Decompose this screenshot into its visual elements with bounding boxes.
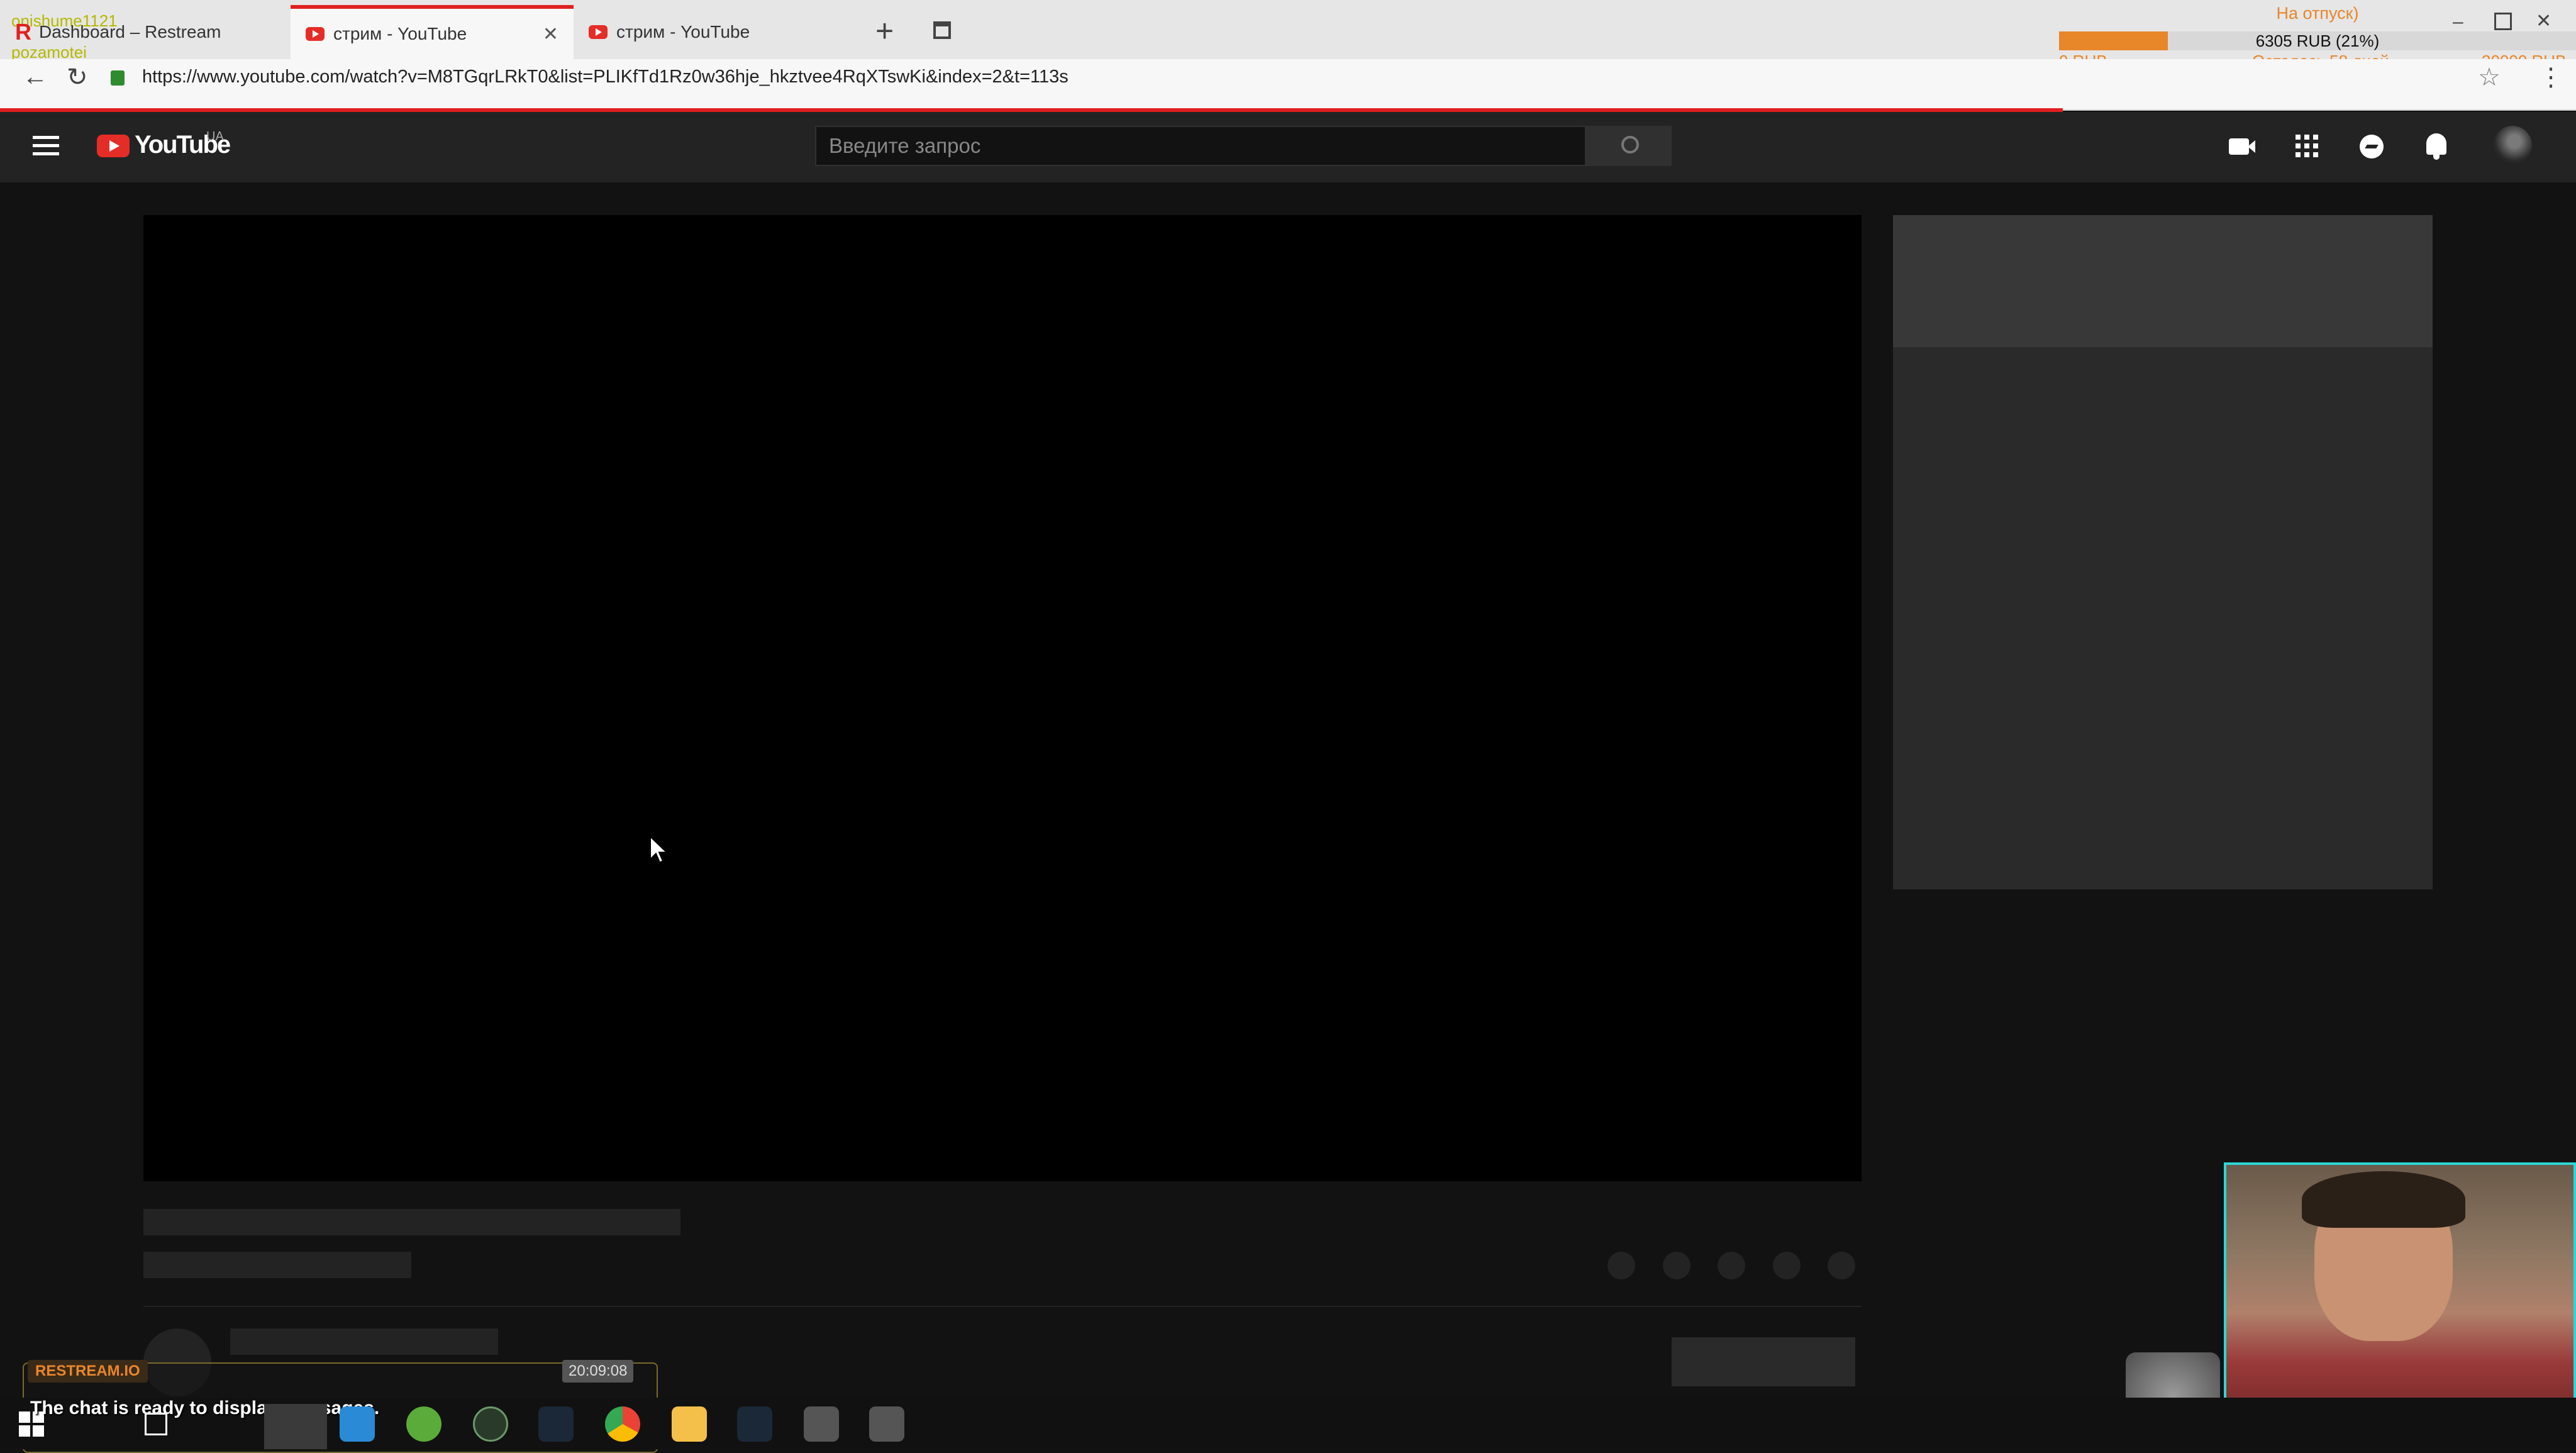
teamviewer-icon[interactable]: [340, 1406, 375, 1442]
donation-amount: 6305 RUB (21%): [2255, 31, 2380, 50]
restream-time: 20:09:08: [562, 1360, 634, 1383]
taskbar-active-item[interactable]: [264, 1404, 327, 1449]
youtube-logo-icon[interactable]: [97, 135, 130, 157]
video-camera-icon[interactable]: [2229, 138, 2255, 155]
action-buttons-placeholder: [1607, 1252, 1855, 1279]
channel-name-placeholder: [230, 1328, 498, 1355]
restream-icon: R: [15, 19, 31, 45]
search-button[interactable]: [1586, 126, 1672, 166]
task-view-icon[interactable]: [145, 1413, 167, 1435]
search-input[interactable]: Введите запрос: [815, 126, 1586, 166]
restore-icon[interactable]: [2494, 13, 2512, 30]
messages-icon[interactable]: [2360, 135, 2384, 159]
utorrent-icon[interactable]: [406, 1406, 441, 1442]
tab-label: Dashboard – Restream: [39, 22, 221, 42]
url-field[interactable]: https://www.youtube.com/watch?v=M8TGqrLR…: [142, 67, 1069, 87]
sidebar-placeholder-header: [1893, 215, 2433, 347]
app-icon[interactable]: [473, 1406, 508, 1442]
webcam-hair: [2302, 1171, 2465, 1228]
new-tab-icon[interactable]: +: [875, 13, 894, 49]
avatar[interactable]: [2493, 126, 2532, 165]
windows-taskbar: [0, 1398, 2576, 1449]
action-placeholder: [1718, 1252, 1745, 1279]
subscribe-placeholder: [1672, 1337, 1855, 1386]
youtube-favicon-icon: [306, 27, 325, 41]
views-placeholder: [143, 1252, 411, 1278]
steam-icon-2[interactable]: [737, 1406, 772, 1442]
title-placeholder: [143, 1209, 680, 1235]
video-player[interactable]: [143, 215, 1862, 1181]
tab-youtube[interactable]: стрим - YouTube: [574, 5, 857, 59]
tab-youtube-active[interactable]: стрим - YouTube ✕: [291, 5, 574, 59]
tab-label: стрим - YouTube: [333, 24, 467, 43]
mouse-cursor-icon: [650, 835, 668, 864]
youtube-favicon-icon: [589, 25, 608, 39]
reload-icon[interactable]: ↻: [67, 63, 88, 92]
menu-icon[interactable]: [33, 136, 59, 155]
tab-close-icon[interactable]: ✕: [543, 23, 558, 45]
browser-menu-icon[interactable]: ⋮: [2538, 63, 2563, 92]
steam-icon[interactable]: [538, 1406, 574, 1442]
minimize-icon[interactable]: –: [2453, 11, 2463, 33]
tab-overview-icon[interactable]: [933, 21, 951, 39]
divider: [143, 1306, 1862, 1307]
tab-restream-dashboard[interactable]: R Dashboard – Restream: [0, 5, 283, 59]
action-placeholder: [1828, 1252, 1855, 1279]
chrome-icon[interactable]: [605, 1406, 640, 1442]
search-icon: [1621, 136, 1639, 153]
back-icon[interactable]: ←: [23, 63, 48, 91]
action-placeholder: [1772, 1252, 1801, 1279]
arma-icon-2[interactable]: [869, 1406, 904, 1442]
bookmark-star-icon[interactable]: ☆: [2478, 63, 2501, 92]
file-explorer-icon[interactable]: [672, 1406, 707, 1442]
restream-badge: RESTREAM.IO: [28, 1360, 148, 1383]
action-placeholder: [1607, 1252, 1635, 1279]
region-label: UA: [206, 130, 224, 143]
apps-grid-icon[interactable]: [2296, 135, 2318, 157]
arma-icon[interactable]: [804, 1406, 839, 1442]
notifications-bell-icon[interactable]: [2426, 133, 2446, 160]
sidebar-placeholder: [1893, 215, 2433, 889]
secure-lock-icon: [111, 70, 125, 86]
window-close-icon[interactable]: ✕: [2536, 10, 2551, 32]
webcam-overlay: [2224, 1162, 2576, 1414]
action-placeholder: [1662, 1252, 1690, 1279]
tab-label: стрим - YouTube: [616, 22, 750, 42]
